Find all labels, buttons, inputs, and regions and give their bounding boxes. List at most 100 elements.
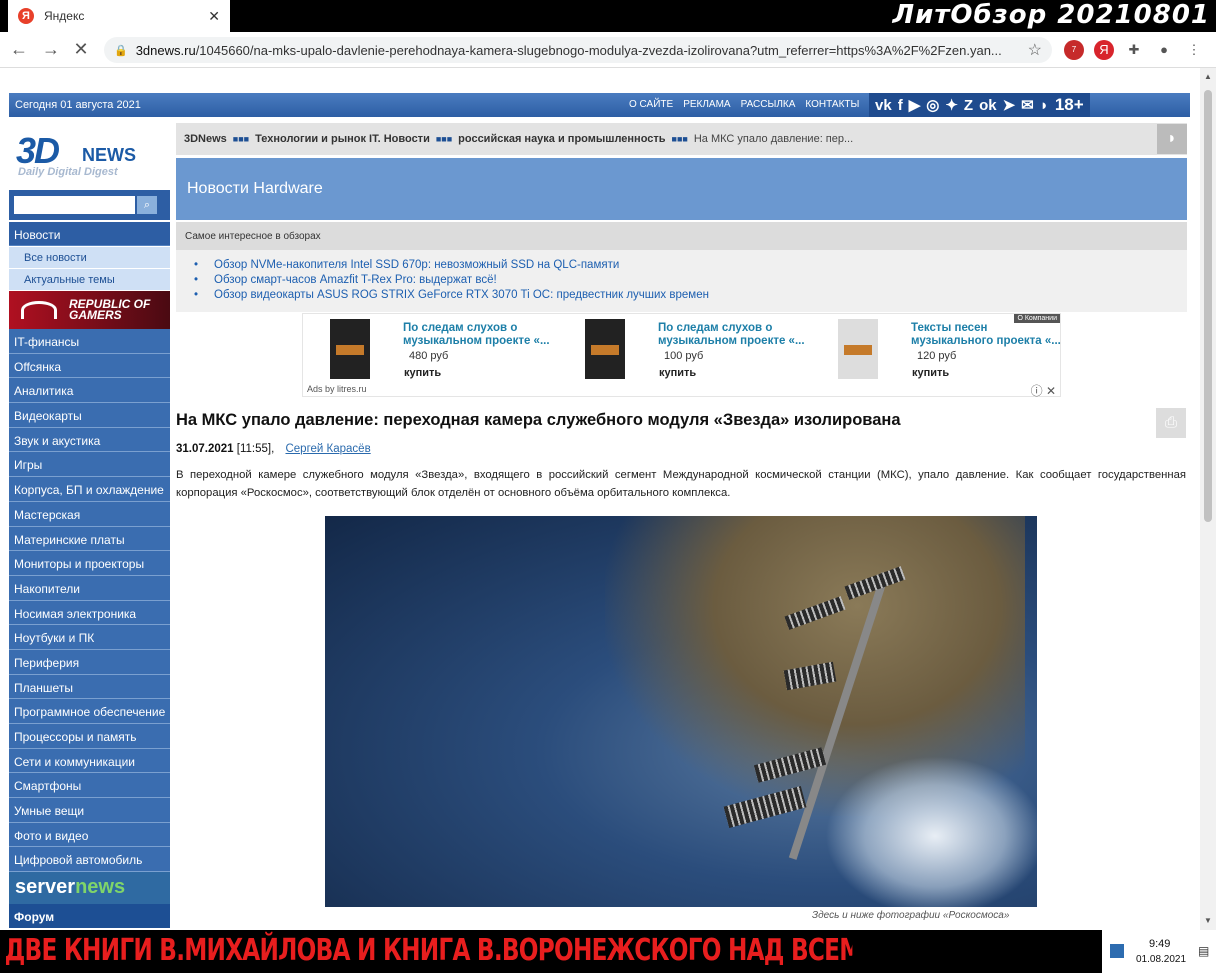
scroll-down-icon[interactable]: ▼ <box>1204 916 1212 925</box>
mail-icon[interactable]: ✉ <box>1021 96 1034 114</box>
sidebar-nav: Новости Все новости Актуальные темы REPU… <box>9 222 170 929</box>
space-station-image <box>723 556 925 860</box>
notifications-icon[interactable]: ▤ <box>1198 944 1209 958</box>
page-scrollbar[interactable]: ▲ ▼ <box>1200 68 1216 930</box>
browser-toolbar: ← → ✕ 🔒 3dnews.ru/1045660/na-mks-upalo-d… <box>0 32 1216 68</box>
breadcrumb-item[interactable]: Технологии и рынок IT. Новости <box>255 133 430 145</box>
buy-button[interactable]: купить <box>659 367 696 379</box>
sidebar-item-forum[interactable]: Форум <box>9 904 170 929</box>
search-icon[interactable]: ⌕ <box>137 196 157 214</box>
book-price: 480 руб <box>409 350 449 362</box>
extensions-puzzle-icon[interactable]: ✚ <box>1124 40 1144 60</box>
print-icon[interactable]: ⎙ <box>1156 408 1186 438</box>
close-tab-icon[interactable]: ✕ <box>208 8 220 25</box>
menu-contacts[interactable]: КОНТАКТЫ <box>805 99 859 110</box>
book-title[interactable]: Тексты песен музыкального проекта «... <box>911 322 1061 348</box>
sidebar-item[interactable]: Носимая электроника <box>9 600 170 626</box>
article-author[interactable]: Сергей Карасёв <box>285 443 370 455</box>
ad-company-label[interactable]: О Компании <box>1014 314 1060 323</box>
rog-banner[interactable]: REPUBLIC OF GAMERS <box>9 291 170 329</box>
odnoklassniki-icon[interactable]: ok <box>979 97 997 114</box>
forward-icon[interactable]: → <box>40 38 62 60</box>
menu-ads[interactable]: РЕКЛАМА <box>683 99 730 110</box>
sidebar-item[interactable]: Умные вещи <box>9 798 170 823</box>
today-date: Сегодня 01 августа 2021 <box>15 99 141 111</box>
menu-about[interactable]: О САЙТЕ <box>629 99 673 110</box>
sidebar-item[interactable]: Накопители <box>9 575 170 601</box>
sidebar-item[interactable]: Процессоры и память <box>9 724 170 749</box>
ad-book[interactable]: Тексты песен музыкального проекта «... 1… <box>811 319 1061 383</box>
sidebar-item[interactable]: Мониторы и проекторы <box>9 551 170 576</box>
article-photo[interactable] <box>325 516 1037 907</box>
sidebar-item-topics[interactable]: Актуальные темы <box>9 269 170 291</box>
network-icon[interactable] <box>1110 944 1124 958</box>
breadcrumb-item[interactable]: 3DNews <box>184 133 227 145</box>
stop-loading-icon[interactable]: ✕ <box>70 38 92 60</box>
zen-icon[interactable]: Z <box>964 97 973 114</box>
review-link[interactable]: Обзор видеокарты ASUS ROG STRIX GeForce … <box>194 289 1187 304</box>
buy-button[interactable]: купить <box>404 367 441 379</box>
ad-source[interactable]: Ads by litres.ru <box>307 384 367 394</box>
book-cover[interactable] <box>585 319 625 379</box>
twitter-icon[interactable]: ✦ <box>945 96 958 114</box>
sidebar-item[interactable]: Ноутбуки и ПК <box>9 625 170 650</box>
vk-icon[interactable]: vk <box>875 97 892 114</box>
sidebar-item[interactable]: Сети и коммуникации <box>9 748 170 774</box>
review-link[interactable]: Обзор смарт-часов Amazfit T-Rex Pro: выд… <box>194 274 1187 289</box>
clock-date[interactable]: 01.08.2021 <box>1136 954 1186 965</box>
buy-button[interactable]: купить <box>912 367 949 379</box>
sidebar-item[interactable]: Планшеты <box>9 674 170 700</box>
menu-kebab-icon[interactable]: ⋮ <box>1184 40 1204 60</box>
sidebar-item[interactable]: Звук и акустика <box>9 427 170 453</box>
adblock-extension-icon[interactable]: 7 <box>1064 40 1084 60</box>
search-input[interactable] <box>14 196 135 214</box>
back-icon[interactable]: ← <box>8 38 30 60</box>
profile-avatar-icon[interactable]: ● <box>1154 40 1174 60</box>
sidebar-item[interactable]: Цифровой автомобиль <box>9 847 170 873</box>
article-date: 31.07.2021 <box>176 443 234 455</box>
sidebar-item-news[interactable]: Новости <box>9 222 170 246</box>
yandex-extension-icon[interactable]: Я <box>1094 40 1114 60</box>
sidebar-item-all-news[interactable]: Все новости <box>9 247 170 269</box>
breadcrumb-item[interactable]: российская наука и промышленность <box>458 133 665 145</box>
sidebar-item[interactable]: Аналитика <box>9 378 170 404</box>
url-text[interactable]: 3dnews.ru/1045660/na-mks-upalo-davlenie-… <box>136 43 1018 58</box>
breadcrumb: 3DNews ■■■ Технологии и рынок IT. Новост… <box>176 123 1187 155</box>
sidebar-item[interactable]: Фото и видео <box>9 822 170 848</box>
sidebar-item[interactable]: Смартфоны <box>9 773 170 799</box>
book-cover[interactable] <box>330 319 370 379</box>
scrollbar-thumb[interactable] <box>1204 90 1212 522</box>
sidebar-item[interactable]: Видеокарты <box>9 403 170 428</box>
clock-time[interactable]: 9:49 <box>1149 938 1170 950</box>
address-bar[interactable]: 🔒 3dnews.ru/1045660/na-mks-upalo-davleni… <box>104 37 1052 63</box>
telegram-icon[interactable]: ➤ <box>1003 96 1016 114</box>
sidebar-item[interactable]: Offсянка <box>9 353 170 379</box>
sidebar-item[interactable]: Корпуса, БП и охлаждение <box>9 477 170 502</box>
site-logo[interactable]: 3D NEWS Daily Digital Digest <box>12 130 162 180</box>
lock-icon[interactable]: 🔒 <box>114 44 128 57</box>
book-title[interactable]: По следам слухов о музыкальном проекте «… <box>403 322 553 348</box>
sidebar-item[interactable]: Мастерская <box>9 501 170 527</box>
facebook-icon[interactable]: f <box>898 97 903 114</box>
ad-book[interactable]: По следам слухов о музыкальном проекте «… <box>303 319 553 383</box>
menu-mailing[interactable]: РАССЫЛКА <box>741 99 796 110</box>
sidebar-item[interactable]: Программное обеспечение <box>9 699 170 724</box>
rss-feed-icon[interactable]: ◗ <box>1157 124 1187 154</box>
sidebar-item[interactable]: Игры <box>9 452 170 478</box>
book-cover[interactable] <box>838 319 878 379</box>
ad-book[interactable]: По следам слухов о музыкальном проекте «… <box>558 319 808 383</box>
youtube-icon[interactable]: ▶ <box>909 96 921 114</box>
rss-icon[interactable]: ◗ <box>1040 97 1049 114</box>
review-link[interactable]: Обзор NVMe-накопителя Intel SSD 670p: не… <box>194 259 1187 274</box>
sidebar-item[interactable]: Периферия <box>9 649 170 675</box>
browser-tab[interactable]: Я Яндекс ✕ <box>8 0 230 32</box>
servernews-logo[interactable]: servernews <box>9 872 170 905</box>
ad-close-icon[interactable]: ⓘ ✕ <box>1031 382 1056 399</box>
book-title[interactable]: По следам слухов о музыкальном проекте «… <box>658 322 808 348</box>
instagram-icon[interactable]: ◎ <box>926 96 939 114</box>
sidebar-item[interactable]: IT-финансы <box>9 329 170 354</box>
sidebar-item[interactable]: Материнские платы <box>9 526 170 552</box>
article-time: [11:55], <box>236 443 275 455</box>
scroll-up-icon[interactable]: ▲ <box>1204 72 1212 81</box>
bookmark-star-icon[interactable]: ☆ <box>1028 40 1042 60</box>
